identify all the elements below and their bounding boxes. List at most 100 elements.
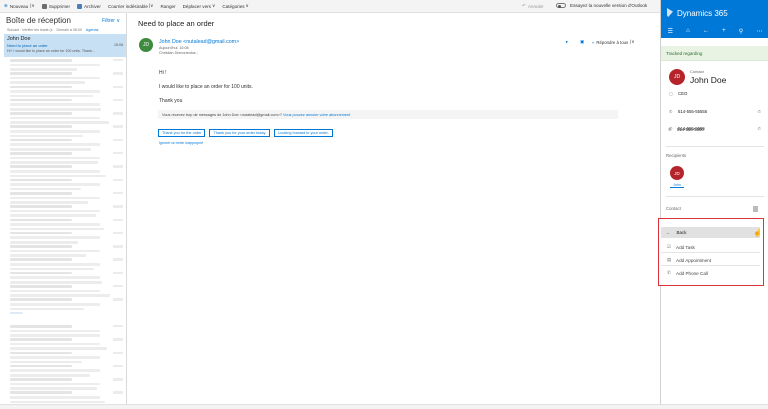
move-to-button[interactable]: Déplacer vers ∨ (183, 3, 216, 9)
contact-avatar: JD (669, 69, 685, 85)
list-item[interactable] (4, 363, 126, 377)
list-item[interactable] (4, 137, 126, 151)
sender-avatar[interactable]: JD (139, 38, 153, 52)
undo-button[interactable]: ↶ Annuler (522, 3, 544, 9)
filter-button[interactable]: Filtrer ∨ (102, 18, 120, 24)
list-item[interactable] (4, 177, 126, 191)
list-item[interactable] (4, 323, 126, 337)
new-button[interactable]: ⊕ Nouveau |∨ (4, 3, 35, 9)
add-phone-call-item[interactable]: ✆ Add Phone Call (667, 270, 708, 276)
placeholder-text (10, 285, 72, 288)
list-item[interactable] (4, 217, 126, 231)
list-item[interactable] (4, 150, 126, 164)
junk-button[interactable]: Courrier indésirable |∨ (108, 3, 154, 9)
list-item[interactable] (4, 57, 126, 71)
placeholder-text (10, 245, 72, 248)
calendar-icon: ▤ (667, 257, 672, 262)
list-item[interactable] (4, 243, 126, 257)
quick-reply-button[interactable]: Thank you for the order (158, 129, 206, 137)
selected-message[interactable]: John Doe Need to place an order Hi ! I w… (4, 34, 126, 57)
recipient-avatar[interactable]: JD (670, 166, 684, 180)
quick-reply-button[interactable]: Thank you for your order today. (209, 129, 271, 137)
placeholder-date (113, 72, 123, 75)
list-item[interactable] (4, 110, 126, 124)
back-button[interactable]: ← Back (661, 227, 760, 238)
list-item[interactable] (4, 389, 126, 404)
placeholder-text (10, 72, 72, 75)
quick-reply-button[interactable]: Looking forward to your order. (274, 129, 333, 137)
list-item[interactable] (4, 256, 126, 271)
addin-icon[interactable]: ▣ (580, 39, 584, 45)
chevron-down-icon: ∨ (211, 3, 216, 8)
contact-phone-3[interactable]: ✆ 514-555-5500 (668, 127, 760, 132)
placeholder-date (113, 338, 123, 341)
list-item[interactable] (4, 230, 126, 244)
placeholder-text (10, 125, 72, 129)
placeholder-text (10, 364, 72, 368)
dynamics-addin-icon[interactable]: ▸ (566, 39, 568, 45)
reading-pane: Need to place an order JD John Doe <nuta… (128, 13, 660, 409)
body-greeting: Hi ! (159, 70, 167, 76)
add-icon[interactable]: + (722, 28, 726, 34)
placeholder-text (10, 324, 72, 328)
recipient-name[interactable]: John (670, 183, 684, 188)
ignore-link[interactable]: Ignorer un texte inapproprié (159, 141, 203, 145)
menu-icon[interactable]: ☰ (668, 28, 673, 35)
list-item[interactable] (4, 190, 126, 204)
list-item[interactable] (4, 270, 126, 284)
placeholder-date (113, 125, 123, 128)
delete-button[interactable]: Supprimer (41, 3, 70, 9)
placeholder-text (10, 271, 72, 275)
sender-address[interactable]: John Doe <nutalead@gmail.com> (159, 39, 239, 45)
placeholder-date (113, 298, 123, 301)
reply-all-button[interactable]: «Répondre à tous |∨ (592, 39, 634, 45)
archive-button[interactable]: Archiver (77, 3, 101, 9)
list-item[interactable] (4, 97, 126, 111)
placeholder-text (10, 178, 72, 182)
back-arrow-icon[interactable]: ← (703, 28, 709, 34)
placeholder-text (10, 311, 24, 315)
list-item[interactable] (4, 123, 126, 138)
placeholder-date (113, 205, 123, 208)
unsubscribe-link[interactable]: Vous pouvez annuler votre abonnement (283, 113, 350, 117)
add-appointment-item[interactable]: ▤ Add Appointment (667, 257, 711, 263)
search-icon[interactable]: ⚲ (739, 28, 743, 35)
placeholder-text (10, 76, 100, 80)
task-icon: ☑ (667, 244, 672, 249)
chevron-down-icon: |∨ (30, 3, 35, 8)
list-item[interactable] (4, 296, 126, 311)
more-icon[interactable]: ⋯ (756, 28, 762, 35)
placeholder-date (113, 378, 123, 381)
list-item[interactable] (4, 283, 126, 297)
list-item[interactable] (4, 350, 126, 364)
list-item[interactable] (4, 376, 126, 390)
sweep-button[interactable]: Ranger (161, 4, 176, 9)
list-item[interactable] (4, 163, 126, 178)
placeholder-date (113, 59, 123, 62)
add-task-item[interactable]: ☑ Add Task (667, 244, 695, 250)
placeholder-text (10, 342, 100, 346)
quick-replies: Thank you for the order Thank you for yo… (158, 129, 333, 137)
list-item[interactable] (4, 70, 126, 85)
call-icon[interactable]: ✆ (758, 109, 761, 114)
try-new-outlook[interactable]: Essayez la nouvelle version d'Outlook (556, 3, 647, 8)
list-item[interactable] (4, 203, 126, 218)
toggle-switch[interactable] (556, 3, 566, 8)
trash-icon[interactable] (753, 206, 758, 212)
list-header: Boîte de réception Filtrer ∨ (0, 13, 126, 28)
placeholder-text (10, 356, 100, 359)
message-list: Boîte de réception Filtrer ∨ Suivant : V… (0, 13, 127, 409)
placeholder-text (10, 351, 72, 355)
tracked-regarding[interactable]: Tracked regarding (661, 46, 768, 61)
list-item[interactable] (4, 336, 126, 351)
home-icon[interactable]: ⌂ (686, 28, 690, 34)
categories-button[interactable]: Catégories ∨ (222, 3, 249, 9)
contact-name[interactable]: John Doe (690, 75, 726, 85)
placeholder-text (10, 98, 72, 102)
divider (661, 265, 760, 266)
mouse-cursor-icon: ☝ (753, 230, 762, 237)
contact-job-title: ▢ CEO (669, 91, 688, 96)
placeholder-date (113, 364, 123, 368)
contact-phone-1[interactable]: ✆ 514-555-55555 ✆ (669, 109, 761, 114)
list-item[interactable] (4, 84, 126, 98)
